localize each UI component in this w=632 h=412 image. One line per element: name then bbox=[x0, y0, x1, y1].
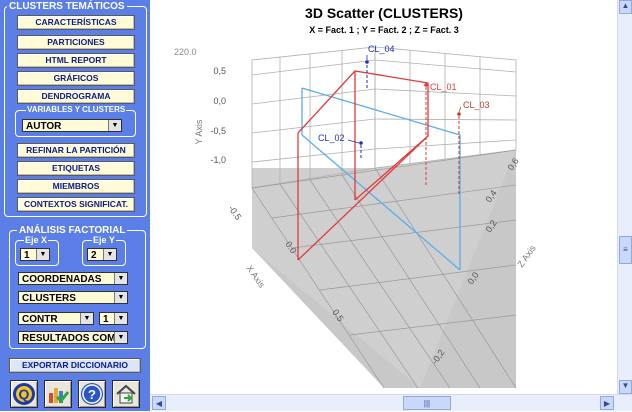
contextos-significativos-button[interactable]: CONTEXTOS SIGNIFICAT. bbox=[17, 197, 135, 212]
chevron-down-icon: ▼ bbox=[114, 313, 127, 324]
resultados-value: RESULTADOS COMI bbox=[22, 333, 119, 344]
y-tick-neg-0-5: -0,5 bbox=[210, 126, 226, 136]
clusters-select[interactable]: CLUSTERS ▼ bbox=[18, 291, 128, 304]
eje-y-select[interactable]: 2 ▼ bbox=[87, 248, 117, 261]
clusters-tematicos-label: CLUSTERS TEMÁTICOS bbox=[7, 1, 127, 12]
coordenadas-select[interactable]: COORDENADAS ▼ bbox=[18, 272, 128, 285]
svg-text:?: ? bbox=[88, 387, 96, 402]
chart-title: 3D Scatter (CLUSTERS) bbox=[305, 5, 463, 21]
contr-select[interactable]: CONTR ▼ bbox=[18, 312, 94, 325]
eje-y-label: Eje Y bbox=[92, 235, 116, 245]
y-tick-0-0: 0,0 bbox=[213, 96, 226, 106]
chevron-down-icon: ▼ bbox=[114, 273, 127, 284]
y-tick-neg-1-0: -1,0 bbox=[210, 155, 226, 165]
chevron-down-icon: ▼ bbox=[114, 332, 127, 343]
q-logo-button[interactable]: Q bbox=[10, 380, 38, 408]
html-report-button[interactable]: HTML REPORT bbox=[17, 53, 135, 68]
etiquetas-button[interactable]: ETIQUETAS bbox=[17, 161, 135, 176]
chevron-down-icon: ▼ bbox=[80, 313, 93, 324]
z-axis-label: Z Axis bbox=[515, 243, 538, 269]
clusters-value: CLUSTERS bbox=[22, 293, 76, 304]
home-icon bbox=[116, 384, 136, 404]
coordenadas-value: COORDENADAS bbox=[22, 274, 102, 285]
svg-text:Q: Q bbox=[19, 386, 30, 402]
chart-area: 3D Scatter (CLUSTERS) X = Fact. 1 ; Y = … bbox=[150, 0, 617, 394]
contr-number-select[interactable]: 1 ▼ bbox=[99, 312, 128, 325]
horizontal-scrollbar[interactable]: ◀ ||| ▶ bbox=[150, 394, 632, 411]
chevron-down-icon: ▼ bbox=[103, 249, 116, 260]
x-axis-label: X Axis bbox=[244, 263, 267, 290]
chevron-down-icon: ▼ bbox=[108, 120, 121, 131]
chevron-down-icon: ▼ bbox=[114, 292, 127, 303]
scroll-down-button[interactable]: ▼ bbox=[619, 380, 632, 394]
resize-grip[interactable] bbox=[616, 396, 630, 410]
resultados-select[interactable]: RESULTADOS COMI ▼ bbox=[18, 331, 128, 344]
caracteristicas-button[interactable]: CARACTERÍSTICAS bbox=[17, 15, 135, 30]
variable-select[interactable]: AUTOR ▼ bbox=[22, 119, 122, 132]
help-icon: ? bbox=[81, 383, 103, 405]
vertical-scrollbar[interactable]: ▲ ≡ ▼ bbox=[617, 0, 632, 394]
home-button[interactable] bbox=[112, 380, 140, 408]
help-button[interactable]: ? bbox=[78, 380, 106, 408]
vertical-scroll-thumb[interactable]: ≡ bbox=[619, 236, 632, 264]
chart-check-button[interactable] bbox=[44, 380, 72, 408]
y-axis-label: Y Axis bbox=[194, 119, 204, 144]
point-cl03 bbox=[365, 60, 369, 64]
scroll-right-button[interactable]: ▶ bbox=[600, 396, 614, 410]
y-tick-0-5: 0,5 bbox=[213, 66, 226, 76]
scroll-up-button[interactable]: ▲ bbox=[619, 0, 632, 14]
point-cl04 bbox=[457, 112, 461, 116]
point-cl01 bbox=[424, 83, 428, 87]
miembros-button[interactable]: MIEMBROS bbox=[17, 179, 135, 194]
eje-x-select[interactable]: 1 ▼ bbox=[20, 248, 50, 261]
chart-subtitle: X = Fact. 1 ; Y = Fact. 2 ; Z = Fact. 3 bbox=[309, 25, 458, 35]
x-tick-neg-0-5: -0.5 bbox=[226, 203, 243, 221]
chevron-down-icon: ▼ bbox=[36, 249, 49, 260]
scroll-left-button[interactable]: ◀ bbox=[152, 396, 166, 410]
graficos-button[interactable]: GRÁFICOS bbox=[17, 71, 135, 86]
point-cl02 bbox=[359, 141, 363, 145]
chart-check-icon bbox=[49, 388, 70, 404]
eje-x-label: Eje X bbox=[24, 235, 49, 245]
top-value-label: 220.0 bbox=[174, 47, 197, 57]
scatter-3d-chart: 3D Scatter (CLUSTERS) X = Fact. 1 ; Y = … bbox=[174, 5, 538, 389]
cluster-label-cl01: CL_01 bbox=[430, 82, 457, 92]
dendrograma-button[interactable]: DENDROGRAMA bbox=[17, 89, 135, 104]
q-logo-icon: Q bbox=[13, 383, 35, 405]
particiones-button[interactable]: PARTICIONES bbox=[17, 35, 135, 50]
exportar-diccionario-button[interactable]: EXPORTAR DICCIONARIO bbox=[9, 358, 141, 373]
left-panel: CLUSTERS TEMÁTICOS CARACTERÍSTICAS PARTI… bbox=[0, 0, 150, 411]
variable-select-value: AUTOR bbox=[26, 121, 62, 132]
horizontal-scroll-thumb[interactable]: ||| bbox=[403, 396, 451, 410]
variables-clusters-label: VARIABLES Y CLUSTERS bbox=[26, 105, 127, 115]
cluster-label-cl04: CL_03 bbox=[463, 100, 490, 110]
cluster-label-cl02: CL_02 bbox=[318, 133, 345, 143]
cluster-label-cl03: CL_04 bbox=[368, 44, 395, 54]
refinar-particion-button[interactable]: REFINAR LA PARTICIÓN bbox=[17, 143, 135, 158]
